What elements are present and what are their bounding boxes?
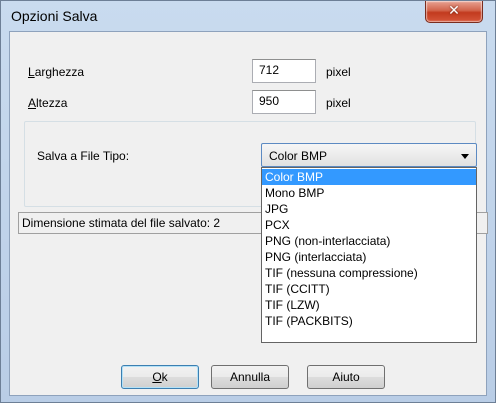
width-value: 712 — [259, 63, 280, 77]
file-type-dropdown-list[interactable]: Color BMP Mono BMP JPG PCX PNG (non-inte… — [261, 167, 477, 343]
window-title: Opzioni Salva — [11, 8, 98, 24]
dropdown-option-mono-bmp[interactable]: Mono BMP — [262, 185, 476, 201]
height-field[interactable]: 950 — [252, 90, 316, 114]
close-button[interactable]: ✕ — [425, 1, 483, 23]
ok-label: k — [161, 370, 168, 384]
dropdown-option-color-bmp[interactable]: Color BMP — [262, 169, 476, 185]
file-type-select[interactable]: Color BMP — [261, 143, 477, 167]
cancel-button[interactable]: Annulla — [211, 365, 289, 389]
help-button[interactable]: Aiuto — [307, 365, 385, 389]
width-field[interactable]: 712 — [252, 59, 316, 83]
height-label: Altezza — [28, 96, 67, 110]
close-icon: ✕ — [448, 3, 460, 19]
estimated-size-text: Dimensione stimata del file salvato: 2 — [22, 216, 221, 230]
dropdown-option-png-interlaced[interactable]: PNG (interlacciata) — [262, 249, 476, 265]
width-label: Larghezza — [28, 65, 84, 79]
height-value: 950 — [259, 94, 280, 108]
width-label-accel: L — [28, 65, 35, 79]
ok-accel: O — [152, 370, 162, 384]
dropdown-option-tif-ccitt[interactable]: TIF (CCITT) — [262, 281, 476, 297]
height-label-text: ltezza — [36, 96, 68, 110]
height-unit: pixel — [326, 96, 351, 110]
dialog-window: Opzioni Salva ✕ Larghezza 712 pixel Alte… — [0, 0, 496, 403]
width-unit: pixel — [326, 65, 351, 79]
dropdown-option-pcx[interactable]: PCX — [262, 217, 476, 233]
ok-button[interactable]: Ok — [121, 365, 199, 389]
dialog-body: Larghezza 712 pixel Altezza 950 pixel Sa… — [9, 31, 488, 396]
dropdown-option-jpg[interactable]: JPG — [262, 201, 476, 217]
dropdown-option-tif-packbits[interactable]: TIF (PACKBITS) — [262, 313, 476, 329]
title-bar[interactable]: Opzioni Salva ✕ — [1, 1, 495, 31]
dropdown-option-png-non-interlaced[interactable]: PNG (non-interlacciata) — [262, 233, 476, 249]
dropdown-option-tif-uncompressed[interactable]: TIF (nessuna compressione) — [262, 265, 476, 281]
dropdown-option-tif-lzw[interactable]: TIF (LZW) — [262, 297, 476, 313]
file-type-label: Salva a File Tipo: — [37, 149, 130, 163]
width-label-text: arghezza — [34, 65, 85, 79]
file-type-selected-value: Color BMP — [269, 149, 328, 163]
height-label-accel: A — [28, 96, 37, 110]
chevron-down-icon — [461, 154, 469, 159]
